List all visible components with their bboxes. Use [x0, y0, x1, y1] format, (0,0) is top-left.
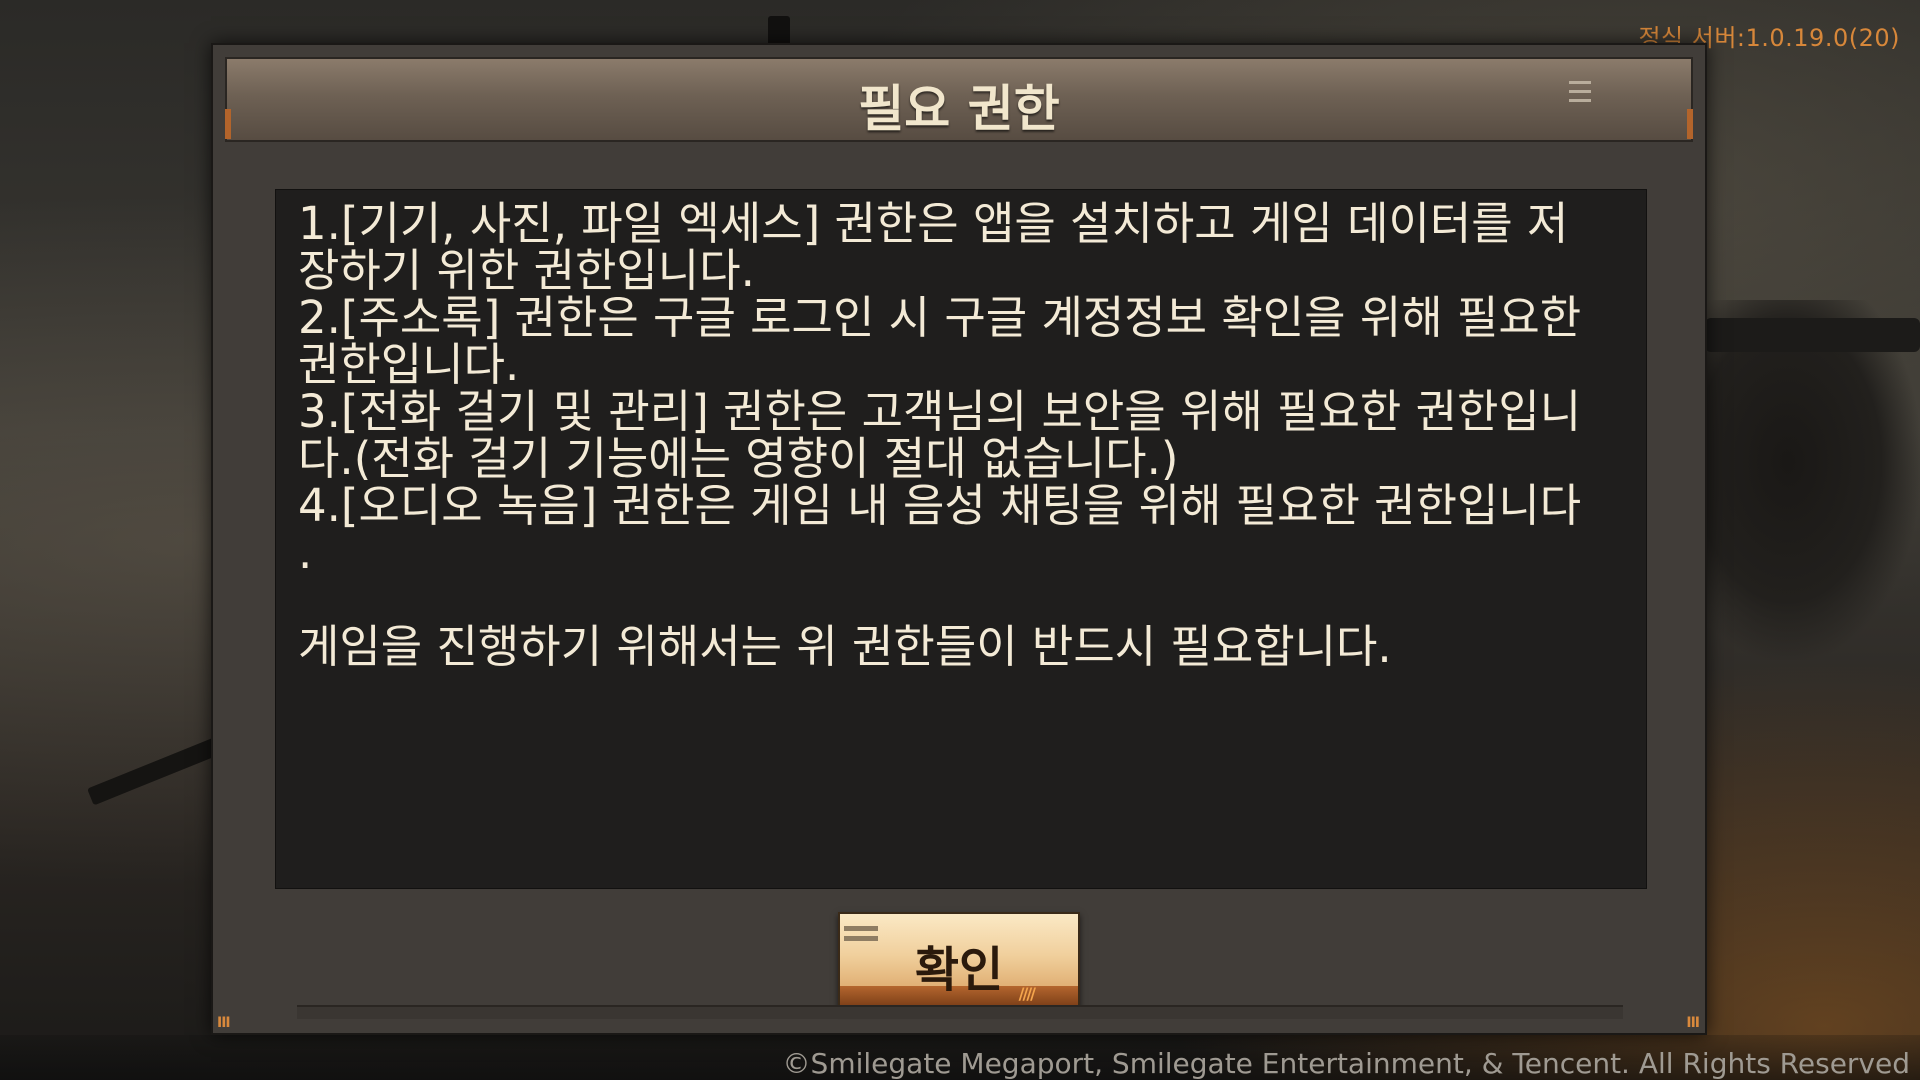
permission-text-line: 장하기 위한 권한입니다. [298, 244, 755, 297]
permission-text-line: 2.[주소록] 권한은 구글 로그인 시 구글 계정정보 확인을 위해 필요한 [298, 291, 1582, 344]
hamburger-menu-icon [1569, 81, 1591, 105]
confirm-button-label: 확인 [914, 942, 1004, 998]
permission-text-line: 권한입니다. [298, 338, 520, 391]
permission-text-line: . [298, 526, 313, 579]
dialog-title: 필요 권한 [858, 80, 1060, 138]
permission-text-line: 3.[전화 걸기 및 관리] 권한은 고객님의 보안을 위해 필요한 권한입니 [298, 385, 1582, 438]
button-slash-decoration: //// [1018, 984, 1036, 1003]
background-gun-silhouette [1705, 318, 1920, 352]
game-background: 정식 서버:1.0.19.0(20) 필요 권한 1.[기기, 사진, 파일 엑… [0, 0, 1920, 1080]
dialog-footer: III III [213, 1005, 1705, 1033]
confirm-button[interactable]: 확인 //// [838, 912, 1080, 1008]
permission-text-line: 4.[오디오 녹음] 권한은 게임 내 음성 채팅을 위해 필요한 권한입니다 [298, 479, 1582, 532]
copyright-notice: ©Smilegate Megaport, Smilegate Entertain… [782, 1047, 1910, 1080]
permission-notice-line: 게임을 진행하기 위해서는 위 권한들이 반드시 필요합니다. [298, 620, 1392, 673]
permissions-dialog: 필요 권한 1.[기기, 사진, 파일 엑세스] 권한은 앱을 설치하고 게임 … [211, 43, 1707, 1035]
background-soldier-silhouette [1700, 300, 1920, 660]
permission-text-line: 다.(전화 걸기 기능에는 영향이 절대 없습니다.) [298, 432, 1179, 485]
corner-mark-left: III [217, 1015, 231, 1031]
footer-ledge [297, 1005, 1623, 1019]
corner-mark-right: III [1686, 1015, 1700, 1031]
permissions-text-panel: 1.[기기, 사진, 파일 엑세스] 권한은 앱을 설치하고 게임 데이터를 저… [275, 189, 1647, 889]
permission-text-line: 1.[기기, 사진, 파일 엑세스] 권한은 앱을 설치하고 게임 데이터를 저 [298, 197, 1569, 250]
dialog-header: 필요 권한 [225, 57, 1693, 142]
